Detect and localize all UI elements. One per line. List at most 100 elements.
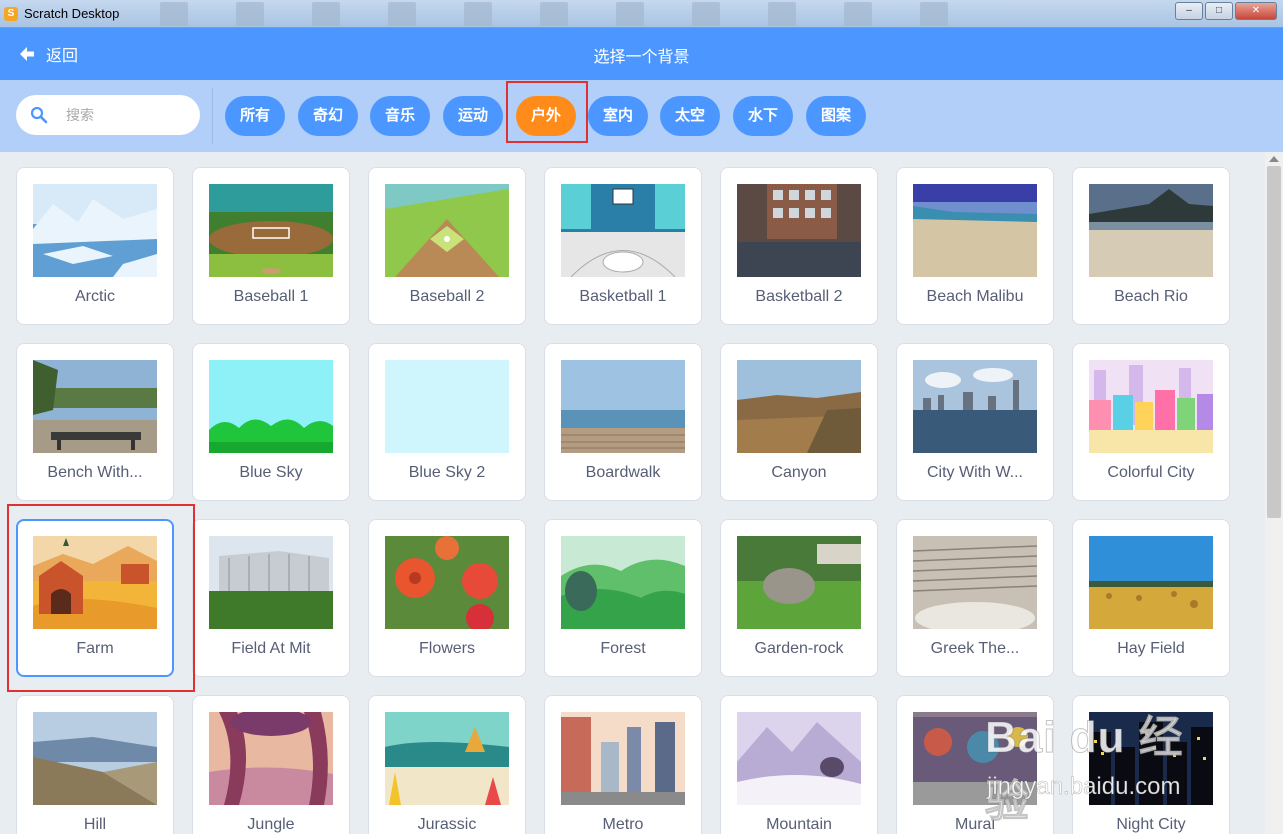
- backdrop-card-garden-rock[interactable]: Garden-rock: [720, 519, 878, 677]
- backdrop-label: Garden-rock: [754, 640, 844, 657]
- backdrop-card-metro[interactable]: Metro: [544, 695, 702, 834]
- basketball-1-thumbnail: [561, 184, 685, 277]
- backdrop-card-forest[interactable]: Forest: [544, 519, 702, 677]
- backdrop-label: Blue Sky 2: [408, 464, 486, 481]
- baseball-1-thumbnail: [209, 184, 333, 277]
- backdrop-label: City With W...: [927, 464, 1023, 481]
- backdrop-card-field-at-mit[interactable]: Field At Mit: [192, 519, 350, 677]
- window-titlebar: S Scratch Desktop – □ ✕: [0, 0, 1283, 28]
- backdrop-card-arctic[interactable]: Arctic: [16, 167, 174, 325]
- backdrop-card-colorful-city[interactable]: Colorful City: [1072, 343, 1230, 501]
- backdrop-card-beach-malibu[interactable]: Beach Malibu: [896, 167, 1054, 325]
- tag-fantasy[interactable]: 奇幻: [298, 96, 358, 136]
- backdrop-label: Baseball 2: [409, 288, 485, 305]
- backdrop-card-mural[interactable]: Mural: [896, 695, 1054, 834]
- backdrop-label: Hill: [83, 816, 107, 833]
- backdrop-label: Blue Sky: [239, 464, 303, 481]
- backdrop-card-jungle[interactable]: Jungle: [192, 695, 350, 834]
- backdrop-label: Jungle: [247, 816, 295, 833]
- backdrop-card-blue-sky[interactable]: Blue Sky: [192, 343, 350, 501]
- backdrop-card-blue-sky-2[interactable]: Blue Sky 2: [368, 343, 526, 501]
- backdrop-label: Beach Malibu: [926, 288, 1024, 305]
- backdrop-label: Metro: [602, 816, 644, 833]
- mural-thumbnail: [913, 712, 1037, 805]
- blue-sky-thumbnail: [209, 360, 333, 453]
- taskbar-thumbnails: [160, 2, 1100, 26]
- backdrop-card-baseball-2[interactable]: Baseball 2: [368, 167, 526, 325]
- tag-music[interactable]: 音乐: [370, 96, 430, 136]
- search-icon: [30, 106, 48, 124]
- window-controls: – □ ✕: [1175, 2, 1277, 20]
- backdrop-card-canyon[interactable]: Canyon: [720, 343, 878, 501]
- backdrop-card-greek-theater[interactable]: Greek The...: [896, 519, 1054, 677]
- tag-all[interactable]: 所有: [225, 96, 285, 136]
- search-box[interactable]: [16, 95, 200, 135]
- scroll-up-icon[interactable]: [1269, 156, 1279, 162]
- tag-sports[interactable]: 运动: [443, 96, 503, 136]
- backdrop-card-mountain[interactable]: Mountain: [720, 695, 878, 834]
- tag-space[interactable]: 太空: [660, 96, 720, 136]
- filter-bar: 所有 奇幻 音乐 运动 户外 室内 太空 水下 图案: [0, 80, 1283, 153]
- backdrop-label: Field At Mit: [231, 640, 311, 657]
- tag-underwater[interactable]: 水下: [733, 96, 793, 136]
- jungle-thumbnail: [209, 712, 333, 805]
- backdrop-label: Greek The...: [930, 640, 1020, 657]
- mountain-thumbnail: [737, 712, 861, 805]
- backdrop-label: Canyon: [771, 464, 827, 481]
- backdrop-label: Flowers: [418, 640, 475, 657]
- scroll-thumb[interactable]: [1267, 166, 1281, 518]
- tag-patterns[interactable]: 图案: [806, 96, 866, 136]
- backdrop-card-night-city[interactable]: Night City: [1072, 695, 1230, 834]
- basketball-2-thumbnail: [737, 184, 861, 277]
- backdrop-card-flowers[interactable]: Flowers: [368, 519, 526, 677]
- backdrop-card-boardwalk[interactable]: Boardwalk: [544, 343, 702, 501]
- backdrop-card-beach-rio[interactable]: Beach Rio: [1072, 167, 1230, 325]
- backdrop-label: Forest: [600, 640, 646, 657]
- filter-divider: [212, 88, 213, 144]
- backdrop-card-bench-with-view[interactable]: Bench With...: [16, 343, 174, 501]
- backdrop-card-jurassic[interactable]: Jurassic: [368, 695, 526, 834]
- backdrop-label: Bench With...: [47, 464, 143, 481]
- backdrop-card-city-with-water[interactable]: City With W...: [896, 343, 1054, 501]
- backdrop-label: Jurassic: [417, 816, 477, 833]
- jurassic-thumbnail: [385, 712, 509, 805]
- backdrop-card-hill[interactable]: Hill: [16, 695, 174, 834]
- baseball-2-thumbnail: [385, 184, 509, 277]
- city-with-water-thumbnail: [913, 360, 1037, 453]
- backdrop-card-basketball-2[interactable]: Basketball 2: [720, 167, 878, 325]
- backdrop-label: Beach Rio: [1114, 288, 1188, 305]
- backdrop-card-baseball-1[interactable]: Baseball 1: [192, 167, 350, 325]
- arctic-thumbnail: [33, 184, 157, 277]
- night-city-thumbnail: [1089, 712, 1213, 805]
- backdrop-grid: Arctic Baseball 1 Baseball 2 Basketball …: [0, 152, 1265, 834]
- backdrop-label: Basketball 2: [755, 288, 843, 305]
- bench-thumbnail: [33, 360, 157, 453]
- colorful-city-thumbnail: [1089, 360, 1213, 453]
- metro-thumbnail: [561, 712, 685, 805]
- hill-thumbnail: [33, 712, 157, 805]
- blue-sky-2-thumbnail: [385, 360, 509, 453]
- tag-outdoors[interactable]: 户外: [516, 96, 576, 136]
- hay-field-thumbnail: [1089, 536, 1213, 629]
- backdrop-card-hay-field[interactable]: Hay Field: [1072, 519, 1230, 677]
- minimize-icon[interactable]: –: [1175, 2, 1203, 20]
- modal-header: 返回 选择一个背景: [0, 28, 1283, 80]
- backdrop-label: Farm: [76, 640, 114, 657]
- close-icon[interactable]: ✕: [1235, 2, 1277, 20]
- backdrop-label: Hay Field: [1117, 640, 1185, 657]
- backdrop-label: Basketball 1: [579, 288, 667, 305]
- backdrop-label: Arctic: [75, 288, 115, 305]
- page-title: 选择一个背景: [593, 49, 690, 66]
- search-input[interactable]: [64, 106, 188, 124]
- backdrop-card-basketball-1[interactable]: Basketball 1: [544, 167, 702, 325]
- tag-indoors[interactable]: 室内: [588, 96, 648, 136]
- grid-scrollbar[interactable]: [1265, 152, 1283, 834]
- scratch-app-icon: S: [4, 6, 18, 21]
- backdrop-label: Night City: [1116, 816, 1186, 833]
- backdrop-label: Colorful City: [1107, 464, 1195, 481]
- farm-thumbnail: [33, 536, 157, 629]
- maximize-icon[interactable]: □: [1205, 2, 1233, 20]
- backdrop-card-farm[interactable]: Farm: [16, 519, 174, 677]
- backdrop-label: Boardwalk: [585, 464, 661, 481]
- canyon-thumbnail: [737, 360, 861, 453]
